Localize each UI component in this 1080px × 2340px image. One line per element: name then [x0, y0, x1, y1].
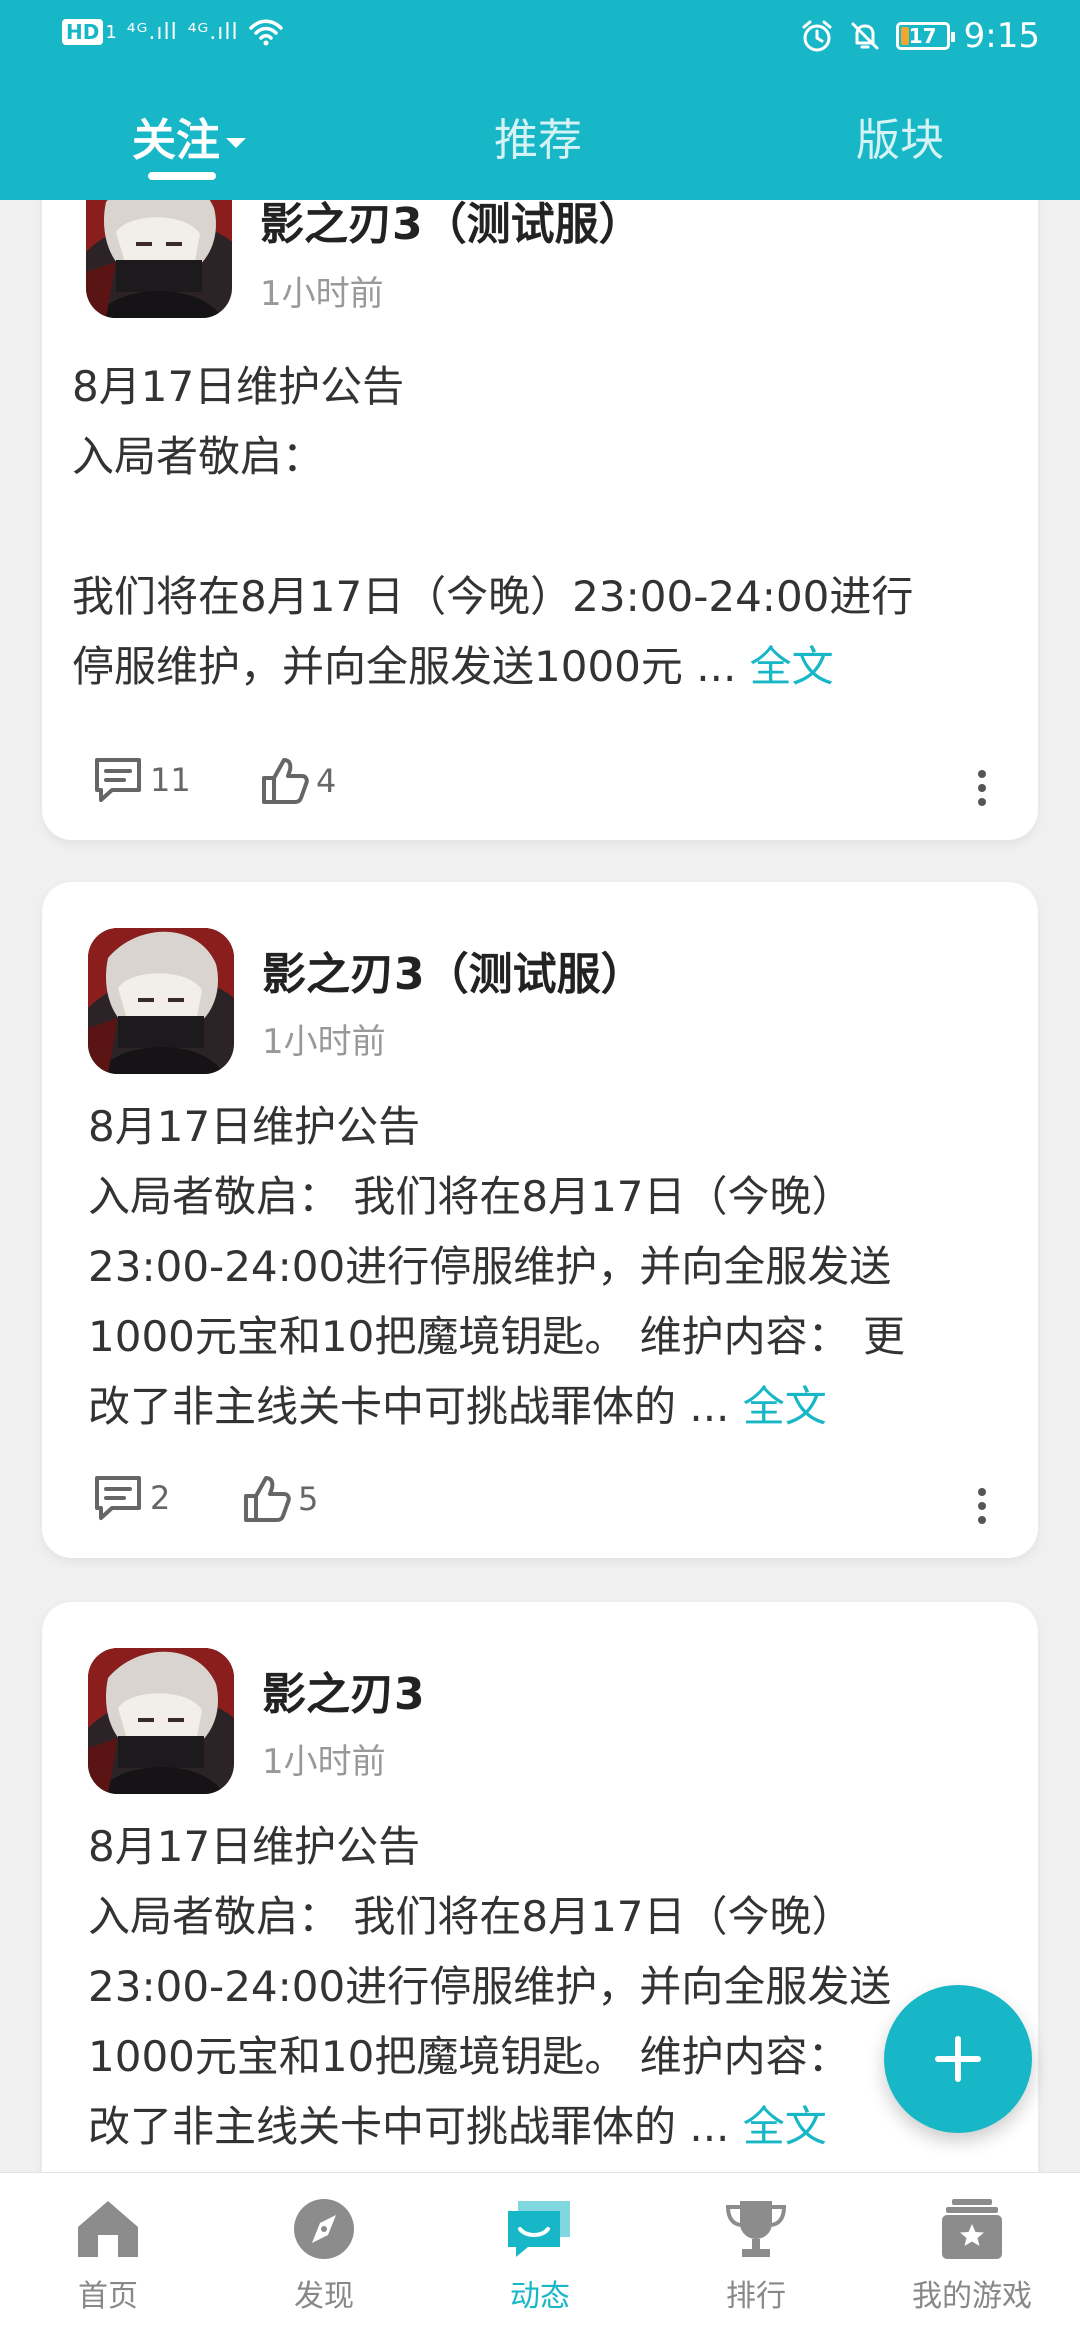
more-options-icon[interactable]: [977, 1488, 987, 1524]
post-line: 1000元宝和10把魔境钥匙。 维护内容：: [88, 2032, 850, 2081]
like-count: 4: [316, 762, 337, 800]
post-time: 1小时前: [262, 1742, 386, 1782]
post-time: 1小时前: [262, 1022, 386, 1062]
post-line: 停服维护，并向全服发送1000元 ...: [72, 642, 737, 691]
post-body[interactable]: 8月17日维护公告 入局者敬启： 我们将在8月17日（今晚） 23:00-24:…: [88, 1092, 905, 1442]
battery-level: 17: [908, 24, 937, 48]
top-tab-bar: 关注 推荐 版块: [0, 96, 1080, 186]
post-card[interactable]: 影之刃3（测试服） 1小时前 8月17日维护公告 入局者敬启： 我们将在8月17…: [42, 120, 1038, 840]
post-line: 入局者敬启： 我们将在8月17日（今晚）: [88, 1172, 854, 1221]
comment-count: 2: [150, 1479, 171, 1517]
thumbs-up-icon: [244, 1476, 291, 1522]
full-text-link[interactable]: 全文: [743, 2102, 827, 2151]
trophy-icon: [725, 2201, 787, 2257]
nav-feed[interactable]: 动态: [460, 2197, 620, 2315]
chat-bubble-icon: [508, 2201, 570, 2257]
sim-index: 1: [105, 21, 117, 43]
post-body[interactable]: 8月17日维护公告 入局者敬启： 我们将在8月17日（今晚） 23:00-24:…: [88, 1812, 891, 2162]
clock: 9:15: [963, 16, 1040, 56]
comment-button[interactable]: 2: [92, 1474, 170, 1522]
game-avatar[interactable]: [88, 928, 234, 1074]
nav-my-games[interactable]: 我的游戏: [892, 2197, 1052, 2315]
comment-button[interactable]: 11: [92, 756, 191, 804]
like-button[interactable]: 4: [260, 756, 336, 806]
like-count: 5: [298, 1480, 319, 1518]
more-options-icon[interactable]: [977, 770, 987, 806]
tab-recommend[interactable]: 推荐: [494, 104, 582, 168]
post-line: 改了非主线关卡中可挑战罪体的 ...: [88, 2102, 730, 2151]
post-line: 8月17日维护公告: [88, 1822, 421, 1871]
post-card[interactable]: 影之刃3（测试服） 1小时前 8月17日维护公告 入局者敬启： 我们将在8月17…: [42, 882, 1038, 1558]
signal-icon: ⁴ᴳ.ıll: [126, 19, 178, 45]
game-library-icon: [942, 2199, 1002, 2259]
post-line: 23:00-24:00进行停服维护，并向全服发送: [88, 1962, 892, 2011]
home-icon: [78, 2201, 138, 2257]
post-body[interactable]: 8月17日维护公告 入局者敬启： 我们将在8月17日（今晚）23:00-24:0…: [72, 352, 913, 702]
comment-icon: [95, 758, 141, 802]
alarm-icon: [802, 20, 832, 52]
nav-discover[interactable]: 发现: [244, 2197, 404, 2315]
post-game-name[interactable]: 影之刃3: [262, 1658, 425, 1722]
full-text-link[interactable]: 全文: [743, 1382, 827, 1431]
post-line: [72, 492, 913, 562]
plus-icon: [935, 2036, 981, 2082]
post-line: 我们将在8月17日（今晚）23:00-24:00进行: [72, 572, 914, 621]
mute-notifications-icon: [851, 22, 879, 50]
nav-home-label: 首页: [78, 2279, 138, 2314]
status-bar: HD 1 ⁴ᴳ.ıll ⁴ᴳ.ıll 17 9:15: [0, 0, 1080, 80]
feed-list[interactable]: 影之刃3（测试服） 1小时前 8月17日维护公告 入局者敬启： 我们将在8月17…: [0, 0, 1080, 2172]
bottom-nav: 首页 发现 动态 排行 我的游戏: [0, 2172, 1080, 2340]
game-avatar[interactable]: [88, 1648, 234, 1794]
post-line: 1000元宝和10把魔境钥匙。 维护内容： 更: [88, 1312, 906, 1361]
post-line: 8月17日维护公告: [88, 1102, 421, 1151]
wifi-icon: [248, 19, 283, 46]
active-tab-indicator: [148, 172, 216, 180]
post-line: 入局者敬启： 我们将在8月17日（今晚）: [88, 1892, 854, 1941]
nav-discover-label: 发现: [294, 2279, 354, 2314]
nav-my-games-label: 我的游戏: [912, 2279, 1032, 2314]
tab-follow-label: 关注: [132, 115, 220, 166]
post-line: 改了非主线关卡中可挑战罪体的 ...: [88, 1382, 730, 1431]
hd-voice-icon: HD: [62, 19, 104, 45]
signal-icon: ⁴ᴳ.ıll: [187, 19, 239, 45]
battery-icon: 17: [895, 22, 955, 50]
like-button[interactable]: 5: [242, 1474, 318, 1524]
caret-down-icon: [226, 138, 246, 148]
compass-icon: [294, 2199, 354, 2259]
post-game-name[interactable]: 影之刃3（测试服）: [262, 938, 645, 1002]
create-post-button[interactable]: [884, 1985, 1032, 2133]
post-time: 1小时前: [260, 274, 384, 314]
post-line: 23:00-24:00进行停服维护，并向全服发送: [88, 1242, 892, 1291]
nav-feed-label: 动态: [510, 2279, 570, 2314]
tab-follow[interactable]: 关注: [132, 104, 246, 168]
comment-count: 11: [150, 761, 191, 799]
thumbs-up-icon: [262, 758, 309, 804]
nav-ranking[interactable]: 排行: [676, 2197, 836, 2315]
nav-home[interactable]: 首页: [28, 2197, 188, 2315]
app-header: HD 1 ⁴ᴳ.ıll ⁴ᴳ.ıll 17 9:15 关注 推荐 版块: [0, 0, 1080, 200]
post-line: 入局者敬启：: [72, 432, 325, 481]
full-text-link[interactable]: 全文: [750, 642, 834, 691]
nav-ranking-label: 排行: [726, 2279, 786, 2314]
comment-icon: [95, 1476, 141, 1520]
tab-sections[interactable]: 版块: [856, 104, 944, 168]
post-line: 8月17日维护公告: [72, 362, 405, 411]
